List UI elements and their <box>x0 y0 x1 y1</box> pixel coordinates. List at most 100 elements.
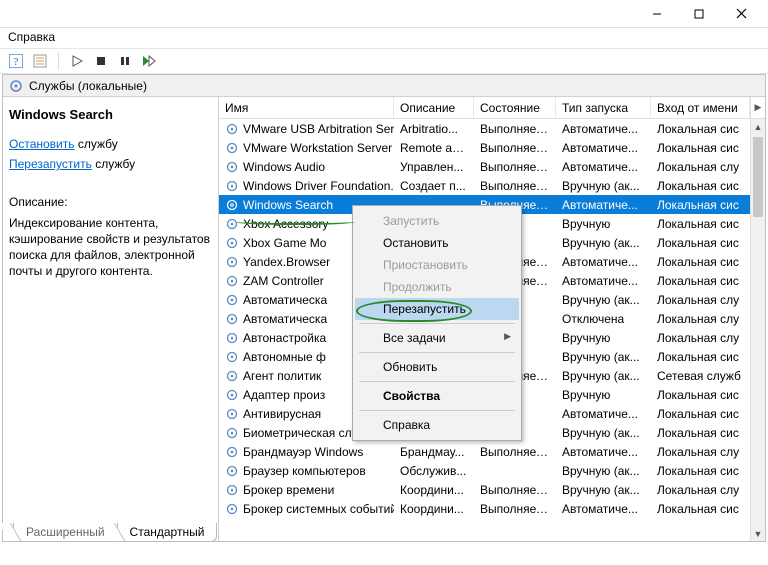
ctx-separator <box>359 381 515 382</box>
service-row[interactable]: Брандмауэр WindowsБрандмау...Выполняется… <box>219 442 765 461</box>
ctx-refresh[interactable]: Обновить <box>355 356 519 378</box>
cell-description: Arbitratio... <box>394 122 474 136</box>
gear-icon <box>225 445 239 459</box>
cell-logon: Локальная слу <box>651 483 765 497</box>
cell-logon: Локальная сис <box>651 122 765 136</box>
ctx-resume: Продолжить <box>355 276 519 298</box>
view-tabs: Расширенный Стандартный <box>13 522 216 542</box>
cell-name: Брандмауэр Windows <box>219 445 394 459</box>
window-maximize-button[interactable] <box>678 2 720 26</box>
service-row[interactable]: VMware Workstation ServerRemote ac...Вып… <box>219 138 765 157</box>
stop-service-link[interactable]: Остановить <box>9 137 75 151</box>
cell-description: Обслужив... <box>394 464 474 478</box>
service-row[interactable]: Windows Driver Foundation...Создает п...… <box>219 176 765 195</box>
cell-startup-type: Автоматиче... <box>556 407 651 421</box>
cell-logon: Локальная сис <box>651 179 765 193</box>
ctx-stop[interactable]: Остановить <box>355 232 519 254</box>
cell-logon: Локальная слу <box>651 331 765 345</box>
service-name-text: Windows Driver Foundation... <box>243 179 394 193</box>
header-scroll-right-icon[interactable]: ▶ <box>750 97 765 118</box>
cell-logon: Локальная сис <box>651 236 765 250</box>
ctx-all-tasks[interactable]: Все задачи ▶ <box>355 327 519 349</box>
stop-icon[interactable] <box>93 53 109 69</box>
column-startup-type[interactable]: Тип запуска <box>556 97 651 118</box>
cell-name: VMware USB Arbitration Ser... <box>219 122 394 136</box>
play-icon[interactable] <box>69 53 85 69</box>
cell-startup-type: Вручную (ак... <box>556 179 651 193</box>
column-logon-as[interactable]: Вход от имени <box>651 97 750 118</box>
cell-logon: Локальная сис <box>651 198 765 212</box>
gear-icon <box>225 426 239 440</box>
service-name-text: Windows Search <box>243 198 333 212</box>
cell-logon: Локальная слу <box>651 445 765 459</box>
window-close-button[interactable] <box>720 2 762 26</box>
cell-startup-type: Вручную (ак... <box>556 236 651 250</box>
stop-suffix: службу <box>75 137 118 151</box>
titlebar <box>0 0 768 28</box>
column-state[interactable]: Состояние <box>474 97 556 118</box>
menubar: Справка <box>0 28 768 48</box>
cell-state: Выполняется <box>474 160 556 174</box>
service-name-text: ZAM Controller <box>243 274 324 288</box>
ctx-help[interactable]: Справка <box>355 414 519 436</box>
service-name-text: Автономные ф <box>243 350 326 364</box>
help-icon[interactable]: ? <box>8 53 24 69</box>
cell-description: Координи... <box>394 502 474 516</box>
column-name[interactable]: Имя <box>219 97 394 118</box>
scroll-up-icon[interactable]: ▲ <box>751 119 765 134</box>
service-name-text: Yandex.Browser <box>243 255 330 269</box>
restart-service-link[interactable]: Перезапустить <box>9 157 92 171</box>
cell-name: Брокер системных событий <box>219 502 394 516</box>
tab-extended[interactable]: Расширенный <box>13 523 118 542</box>
gear-icon <box>225 122 239 136</box>
gear-icon <box>225 407 239 421</box>
cell-startup-type: Вручную (ак... <box>556 369 651 383</box>
service-name-text: VMware Workstation Server <box>243 141 392 155</box>
cell-startup-type: Вручную (ак... <box>556 464 651 478</box>
scroll-thumb[interactable] <box>753 137 763 217</box>
ctx-separator <box>359 352 515 353</box>
properties-icon[interactable] <box>32 53 48 69</box>
ctx-all-tasks-label: Все задачи <box>383 331 446 345</box>
gear-icon <box>225 141 239 155</box>
vertical-scrollbar[interactable]: ▲ ▼ <box>750 119 765 541</box>
service-row[interactable]: Брокер системных событийКоордини...Выпол… <box>219 499 765 518</box>
cell-state: Выполняется <box>474 483 556 497</box>
cell-startup-type: Автоматиче... <box>556 255 651 269</box>
cell-startup-type: Вручную (ак... <box>556 426 651 440</box>
list-header: Имя Описание Состояние Тип запуска Вход … <box>219 97 765 119</box>
service-name-text: Xbox Game Mo <box>243 236 326 250</box>
service-name-text: Брокер системных событий <box>243 502 394 516</box>
gear-icon <box>225 331 239 345</box>
ctx-properties[interactable]: Свойства <box>355 385 519 407</box>
cell-description: Управлен... <box>394 160 474 174</box>
cell-startup-type: Автоматиче... <box>556 445 651 459</box>
cell-logon: Локальная сис <box>651 217 765 231</box>
ctx-properties-label: Свойства <box>383 389 440 403</box>
cell-startup-type: Автоматиче... <box>556 122 651 136</box>
cell-startup-type: Вручную (ак... <box>556 350 651 364</box>
gear-icon <box>225 350 239 364</box>
gear-icon <box>225 274 239 288</box>
pause-icon[interactable] <box>117 53 133 69</box>
service-row[interactable]: Браузер компьютеровОбслужив...Вручную (а… <box>219 461 765 480</box>
service-name-text: Автоматическа <box>243 312 327 326</box>
tab-standard[interactable]: Стандартный <box>117 523 218 542</box>
scroll-down-icon[interactable]: ▼ <box>751 526 765 541</box>
ctx-restart[interactable]: Перезапустить <box>355 298 519 320</box>
service-row[interactable]: VMware USB Arbitration Ser...Arbitratio.… <box>219 119 765 138</box>
cell-state: Выполняется <box>474 179 556 193</box>
cell-description: Создает п... <box>394 179 474 193</box>
window-minimize-button[interactable] <box>636 2 678 26</box>
service-row[interactable]: Брокер времениКоордини...ВыполняетсяВруч… <box>219 480 765 499</box>
restart-icon[interactable] <box>141 53 157 69</box>
column-description[interactable]: Описание <box>394 97 474 118</box>
cell-startup-type: Вручную (ак... <box>556 483 651 497</box>
action-restart-line: Перезапустить службу <box>9 156 210 172</box>
service-name-text: Xbox Accessory <box>243 217 328 231</box>
service-name-text: Автонастройка <box>243 331 326 345</box>
cell-description: Брандмау... <box>394 445 474 459</box>
service-name-text: Windows Audio <box>243 160 325 174</box>
menu-help[interactable]: Справка <box>8 30 55 44</box>
service-row[interactable]: Windows AudioУправлен...ВыполняетсяАвтом… <box>219 157 765 176</box>
